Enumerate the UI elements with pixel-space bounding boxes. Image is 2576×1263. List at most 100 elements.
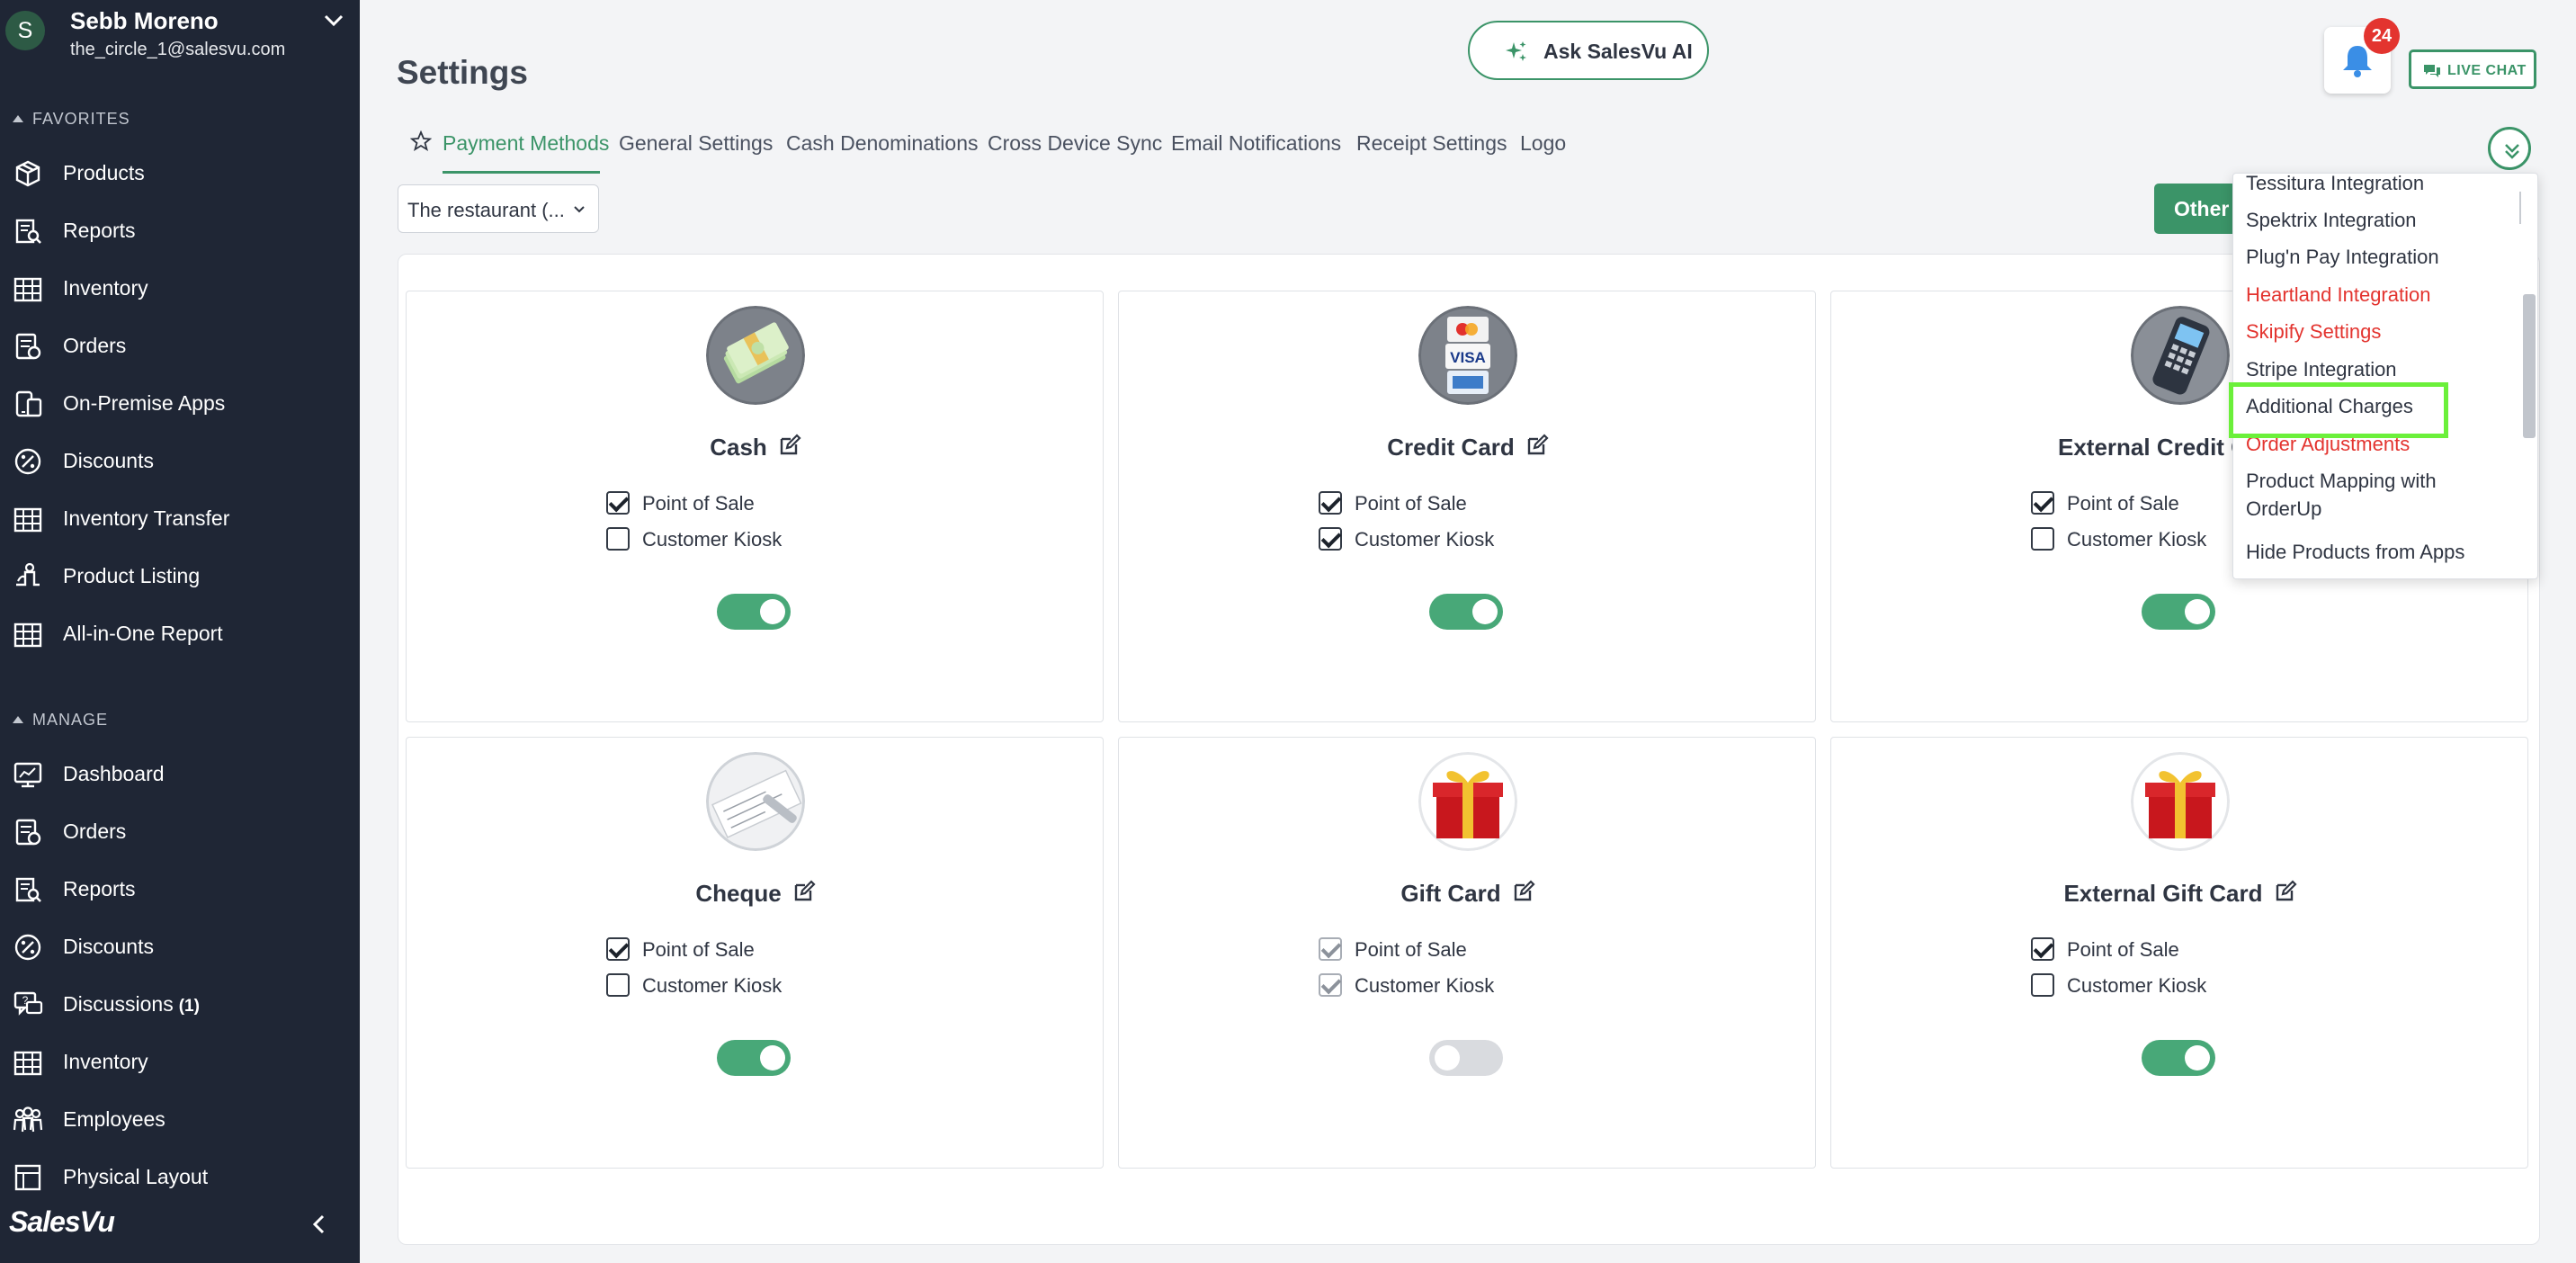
- payment-methods-panel: Cash Point of Sale Customer Kiosk VISA Credi…: [398, 254, 2540, 1245]
- edit-icon[interactable]: [2274, 880, 2297, 903]
- point-of-sale-checkbox[interactable]: [2031, 937, 2054, 961]
- point-of-sale-checkbox[interactable]: [606, 491, 630, 515]
- manage-item-discounts[interactable]: Discounts: [0, 919, 360, 973]
- dropdown-item-plug-n-pay-integration[interactable]: Plug'n Pay Integration: [2246, 246, 2439, 269]
- tab-receipt-settings[interactable]: Receipt Settings: [1356, 131, 1507, 156]
- toggle-knob: [760, 599, 785, 624]
- manage-item-dashboard[interactable]: Dashboard: [0, 747, 360, 801]
- active-tab-indicator: [443, 171, 600, 174]
- enable-toggle[interactable]: [2142, 1040, 2215, 1076]
- point-of-sale-checkbox[interactable]: [1319, 937, 1342, 961]
- ask-ai-label: Ask SalesVu AI: [1543, 40, 1693, 63]
- favorites-item-all-in-one-report[interactable]: All-in-One Report: [0, 606, 360, 660]
- edit-icon[interactable]: [778, 434, 801, 457]
- favorites-item-inventory[interactable]: Inventory: [0, 261, 360, 315]
- star-icon[interactable]: [410, 130, 432, 152]
- enable-toggle[interactable]: [717, 1040, 791, 1076]
- favorites-item-inventory-transfer[interactable]: Inventory Transfer: [0, 491, 360, 545]
- ask-ai-button[interactable]: Ask SalesVu AI: [1468, 21, 1709, 80]
- tab-email-notifications[interactable]: Email Notifications: [1171, 131, 1341, 156]
- notification-count-badge: 24: [2364, 18, 2400, 54]
- employees-icon: [13, 1106, 43, 1133]
- enable-toggle[interactable]: [1429, 1040, 1503, 1076]
- manage-item-orders[interactable]: Orders: [0, 804, 360, 858]
- sidebar-item-label: Discounts: [63, 449, 154, 473]
- favorites-item-orders[interactable]: Orders: [0, 318, 360, 372]
- point-of-sale-checkbox[interactable]: [2031, 491, 2054, 515]
- customer-kiosk-checkbox[interactable]: [606, 527, 630, 551]
- customer-kiosk-checkbox[interactable]: [1319, 973, 1342, 997]
- tab-general-settings[interactable]: General Settings: [619, 131, 773, 156]
- point-of-sale-checkbox[interactable]: [1319, 491, 1342, 515]
- dropdown-scrollbar[interactable]: [2523, 294, 2536, 438]
- sidebar-item-text: Products: [63, 161, 145, 184]
- store-select[interactable]: The restaurant (...: [398, 184, 599, 233]
- collapse-sidebar-icon[interactable]: [306, 1211, 333, 1238]
- favorites-label-text: FAVORITES: [32, 110, 130, 128]
- dropdown-item-hide-products-from-apps[interactable]: Hide Products from Apps: [2246, 541, 2464, 564]
- highlight-box: [2229, 382, 2448, 438]
- favorites-item-discounts[interactable]: Discounts: [0, 434, 360, 488]
- favorites-item-products[interactable]: Products: [0, 146, 360, 200]
- other-button-label: Other: [2174, 197, 2230, 220]
- more-tabs-button[interactable]: [2488, 127, 2531, 170]
- point-of-sale-checkbox[interactable]: [606, 937, 630, 961]
- manage-section-label[interactable]: MANAGE: [13, 711, 108, 730]
- dropdown-item-product-mapping-with-orderup[interactable]: Product Mapping with OrderUp: [2246, 467, 2498, 523]
- customer-kiosk-checkbox[interactable]: [1319, 527, 1342, 551]
- discount-icon: [14, 934, 41, 961]
- sidebar-item-text: Employees: [63, 1107, 165, 1131]
- card-title: Cheque: [695, 880, 782, 907]
- favorites-item-on-premise-apps[interactable]: On-Premise Apps: [0, 376, 360, 430]
- manage-item-physical-layout[interactable]: Physical Layout: [0, 1150, 360, 1204]
- dropdown-item-heartland-integration[interactable]: Heartland Integration: [2246, 283, 2430, 307]
- edit-icon[interactable]: [1512, 880, 1535, 903]
- tab-payment-methods[interactable]: Payment Methods: [443, 131, 609, 156]
- favorites-item-reports[interactable]: Reports: [0, 203, 360, 257]
- dropdown-item-spektrix-integration[interactable]: Spektrix Integration: [2246, 209, 2417, 232]
- edit-icon[interactable]: [1525, 434, 1549, 457]
- sidebar-item-label: Product Listing: [63, 564, 200, 588]
- customer-kiosk-checkbox[interactable]: [606, 973, 630, 997]
- enable-toggle[interactable]: [1429, 594, 1503, 630]
- dropdown-item-tessitura-integration[interactable]: Tessitura Integration: [2246, 174, 2424, 195]
- manage-item-reports[interactable]: Reports: [0, 862, 360, 916]
- user-menu[interactable]: S Sebb Moreno the_circle_1@salesvu.com: [0, 0, 360, 72]
- gift-icon: [1418, 752, 1517, 851]
- inventory-icon: [13, 1051, 42, 1076]
- customer-kiosk-checkbox[interactable]: [2031, 527, 2054, 551]
- manage-item-inventory[interactable]: Inventory: [0, 1035, 360, 1088]
- sidebar-item-text: Inventory: [63, 276, 148, 300]
- discussion-icon: ?: [13, 991, 43, 1016]
- tab-cross-device-sync[interactable]: Cross Device Sync: [988, 131, 1162, 156]
- sidebar-item-label: All-in-One Report: [63, 622, 223, 646]
- payment-card-cash: Cash Point of Sale Customer Kiosk: [406, 291, 1104, 722]
- sidebar-item-label: On-Premise Apps: [63, 391, 225, 416]
- manage-item-discussions[interactable]: ? Discussions (1): [0, 977, 360, 1031]
- report-icon: [15, 877, 41, 902]
- card-title-row: Cheque: [407, 880, 1105, 908]
- transfer-icon: [13, 507, 42, 533]
- card-title: External Gift Card: [2063, 880, 2263, 907]
- enable-toggle[interactable]: [717, 594, 791, 630]
- other-button[interactable]: Other: [2154, 184, 2235, 234]
- dropdown-item-skipify-settings[interactable]: Skipify Settings: [2246, 320, 2381, 344]
- favorites-section-label[interactable]: FAVORITES: [13, 110, 130, 129]
- chevron-down-icon[interactable]: [320, 7, 347, 34]
- tab-logo[interactable]: Logo: [1520, 131, 1566, 156]
- enable-toggle[interactable]: [2142, 594, 2215, 630]
- tab-cash-denominations[interactable]: Cash Denominations: [786, 131, 979, 156]
- sidebar-item-text: Orders: [63, 334, 127, 357]
- avatar: S: [5, 11, 45, 50]
- customer-kiosk-checkbox[interactable]: [2031, 973, 2054, 997]
- sidebar-item-text: Discussions: [63, 992, 174, 1016]
- sidebar-item-label: Discounts: [63, 935, 154, 959]
- sidebar-item-text: All-in-One Report: [63, 622, 223, 645]
- sidebar-item-text: Discounts: [63, 935, 154, 958]
- manage-item-employees[interactable]: Employees: [0, 1092, 360, 1146]
- edit-icon[interactable]: [792, 880, 816, 903]
- dropdown-item-stripe-integration[interactable]: Stripe Integration: [2246, 358, 2397, 381]
- favorites-item-product-listing[interactable]: Product Listing: [0, 549, 360, 603]
- live-chat-button[interactable]: LIVE CHAT: [2409, 49, 2536, 89]
- sidebar-item-text: Orders: [63, 820, 127, 843]
